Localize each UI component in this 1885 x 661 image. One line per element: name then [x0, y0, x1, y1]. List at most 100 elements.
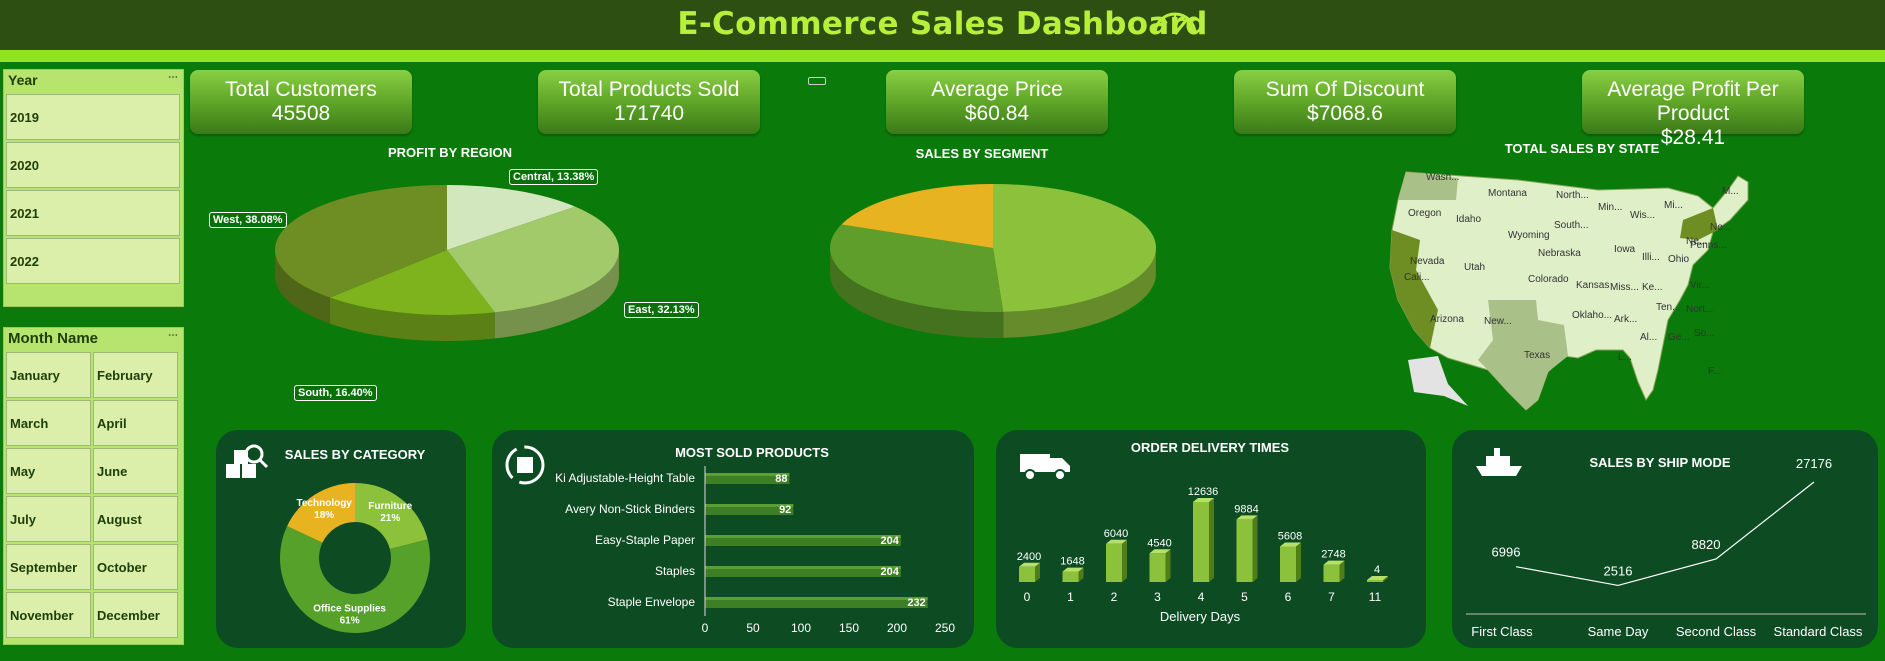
delivery-tick: 0	[1024, 590, 1031, 604]
kpi-total-customers: Total Customers 45508	[190, 70, 412, 134]
year-slicer[interactable]: Year ⋯ 2019 2020 2021 2022	[3, 69, 184, 307]
order-delivery-times-chart[interactable]: 2400 0 1648 1 6040 2 4540 3 12636 4 9884 5 5608 6 2748…	[1000, 458, 1420, 628]
state-label: Nebraska	[1538, 248, 1581, 259]
header-accent-bar	[0, 50, 1885, 62]
kpi-value: $7068.6	[1307, 102, 1383, 125]
speedometer-icon	[1153, 12, 1197, 35]
ship-tick: Standard Class	[1774, 624, 1863, 639]
year-item[interactable]: 2022	[6, 238, 180, 284]
delivery-bar-side	[1252, 515, 1258, 582]
product-value: 232	[907, 597, 925, 609]
delivery-tick: 1	[1067, 590, 1074, 604]
delivery-value: 1648	[1060, 556, 1084, 568]
month-item[interactable]: April	[93, 400, 178, 446]
month-item[interactable]: November	[6, 592, 91, 638]
month-item[interactable]: September	[6, 544, 91, 590]
search-boxes-icon	[226, 444, 269, 478]
delivery-bar	[1193, 502, 1209, 582]
ship-value: 6996	[1492, 545, 1521, 560]
year-slicer-title: Year	[8, 72, 38, 88]
product-label: Staple Envelope	[608, 595, 696, 609]
product-value: 92	[779, 504, 791, 516]
delivery-bar	[1149, 553, 1166, 582]
kpi-label: Sum Of Discount	[1265, 78, 1425, 101]
products-tick: 200	[887, 621, 907, 635]
month-item[interactable]: August	[93, 496, 178, 542]
state-label: Oregon	[1408, 208, 1441, 219]
sales-by-category-title: SALES BY CATEGORY	[284, 447, 426, 462]
product-value: 204	[880, 566, 899, 578]
month-item[interactable]: January	[6, 352, 91, 398]
delivery-tick: 6	[1285, 590, 1292, 604]
state-label: Wash...	[1426, 172, 1460, 183]
sales-by-category-donut[interactable]: Furniture21% Office Supplies61% Technology…	[275, 478, 435, 638]
delivery-bar	[1236, 519, 1253, 582]
delivery-bar	[1280, 546, 1296, 582]
ship-value: 2516	[1604, 563, 1633, 578]
state-label: Nevada	[1410, 256, 1445, 267]
state-label: Colorado	[1528, 274, 1569, 285]
kpi-label: Average Profit Per Product	[1607, 78, 1779, 125]
product-bar-highlight	[705, 597, 928, 600]
category-label: 61%	[340, 616, 360, 627]
month-item[interactable]: March	[6, 400, 91, 446]
state-label: Idaho	[1456, 214, 1481, 225]
ship-tick: Second Class	[1676, 624, 1757, 639]
year-item[interactable]: 2019	[6, 94, 180, 140]
state-label: North...	[1556, 190, 1589, 201]
delivery-value: 2748	[1321, 549, 1345, 561]
profit-by-region-pie[interactable]	[247, 160, 647, 400]
most-sold-products-chart[interactable]: Ki Adjustable-Height Table 88 Avery Non-St…	[498, 466, 968, 636]
month-slicer-header: Month Name ⋯	[4, 328, 183, 348]
delivery-bar	[1062, 571, 1079, 582]
delivery-value: 4540	[1147, 537, 1171, 549]
month-item[interactable]: February	[93, 352, 178, 398]
cursor-icon	[808, 77, 826, 85]
kpi-average-price: Average Price $60.84	[886, 70, 1108, 134]
product-bar-highlight	[705, 535, 901, 538]
year-item[interactable]: 2020	[6, 142, 180, 188]
year-item[interactable]: 2021	[6, 190, 180, 236]
sales-by-segment-pie[interactable]	[793, 160, 1193, 400]
state-label: Iowa	[1614, 244, 1636, 255]
product-bar-highlight	[705, 566, 901, 569]
delivery-value: 9884	[1234, 503, 1258, 515]
state-label: M...	[1722, 186, 1739, 197]
state-label: Texas	[1524, 350, 1550, 361]
delivery-tick: 3	[1154, 590, 1161, 604]
month-item[interactable]: October	[93, 544, 178, 590]
product-label: Ki Adjustable-Height Table	[555, 471, 695, 485]
month-slicer[interactable]: Month Name ⋯ January February March April Ma…	[3, 327, 184, 645]
state-label: Kansas	[1576, 280, 1609, 291]
slicer-options-icon[interactable]: ⋯	[168, 72, 178, 83]
month-item[interactable]: May	[6, 448, 91, 494]
ship-value: 8820	[1692, 537, 1721, 552]
dashboard-header: E-Commerce Sales Dashboard	[0, 0, 1885, 50]
products-tick: 100	[791, 621, 811, 635]
delivery-tick: 2	[1111, 590, 1118, 604]
state-label: Montana	[1488, 188, 1527, 199]
month-item[interactable]: December	[93, 592, 178, 638]
region-label-west: West, 38.08%	[209, 212, 287, 228]
region-label-east: East, 32.13%	[624, 302, 699, 318]
sales-by-ship-mode-chart[interactable]: 6996 2516 8820 27176 First Class Same Day Seco…	[1456, 454, 1876, 644]
region-label-south: South, 16.40%	[294, 385, 377, 401]
state-label: Ten...	[1656, 302, 1680, 313]
state-label: Vir...	[1690, 280, 1710, 291]
slicer-options-icon[interactable]: ⋯	[168, 330, 178, 341]
sales-by-state-map[interactable]: Wash... Montana North... Oregon Idaho South..…	[1368, 160, 1798, 440]
state-label: Nort...	[1686, 304, 1713, 315]
products-tick: 150	[839, 621, 859, 635]
kpi-value: $60.84	[964, 102, 1030, 125]
month-item[interactable]: June	[93, 448, 178, 494]
order-delivery-times-title: ORDER DELIVERY TIMES	[1130, 440, 1290, 455]
delivery-bar	[1367, 580, 1383, 582]
ship-line	[1515, 481, 1815, 587]
month-item[interactable]: July	[6, 496, 91, 542]
delivery-tick: 7	[1328, 590, 1335, 604]
kpi-value: 171740	[613, 102, 685, 125]
delivery-value: 12636	[1188, 486, 1219, 498]
profit-by-region-title: PROFIT BY REGION	[388, 145, 512, 160]
delivery-value: 4	[1374, 564, 1380, 576]
kpi-label: Total Products Sold	[558, 78, 740, 101]
